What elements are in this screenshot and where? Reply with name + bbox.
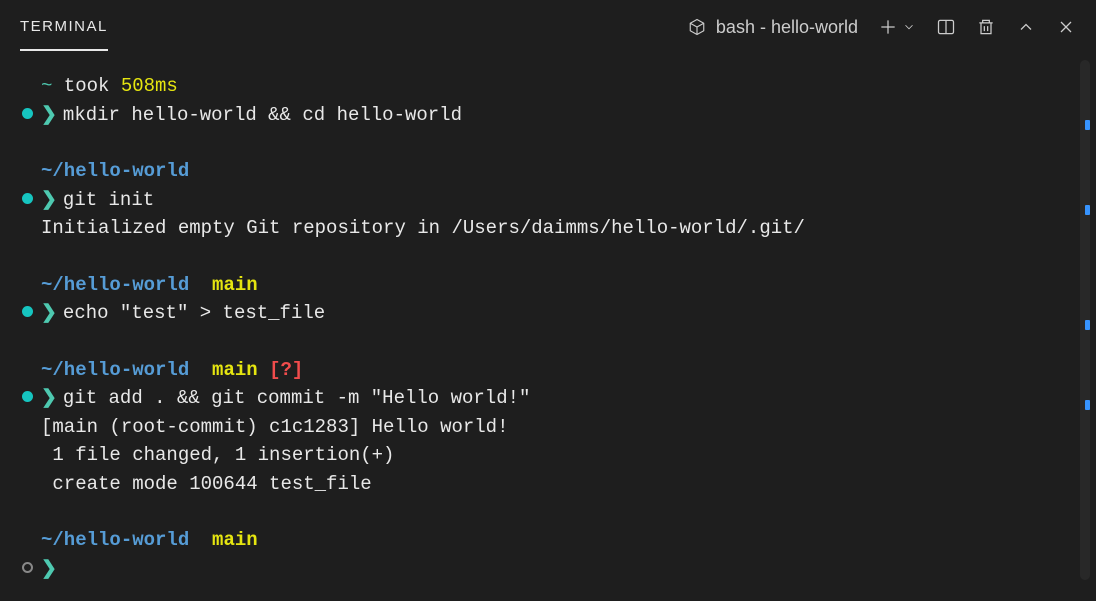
blank-line xyxy=(22,129,1074,157)
bullet-icon xyxy=(22,391,33,402)
plus-icon[interactable] xyxy=(878,17,898,37)
shell-label: bash - hello-world xyxy=(716,17,858,38)
scroll-marker xyxy=(1085,205,1090,215)
bullet-icon xyxy=(22,108,33,119)
terminal-header: TERMINAL bash - hello-world xyxy=(0,0,1096,54)
path-line: ~/hello-world main [?] xyxy=(41,356,1074,385)
cube-icon xyxy=(688,18,706,36)
output-line: Initialized empty Git repository in /Use… xyxy=(41,214,1074,243)
bullet-icon xyxy=(22,306,33,317)
terminal-tab[interactable]: TERMINAL xyxy=(20,18,108,51)
command-text: git init xyxy=(63,186,154,215)
chevron-up-icon[interactable] xyxy=(1016,17,1036,37)
prompt-arrow-icon: ❯ xyxy=(41,384,57,413)
bullet-icon xyxy=(22,562,33,573)
branch-name: main xyxy=(212,271,258,300)
command-line: ❯ mkdir hello-world && cd hello-world xyxy=(22,101,1074,130)
terminal-scrollbar[interactable] xyxy=(1078,60,1090,580)
command-text: echo "test" > test_file xyxy=(63,299,325,328)
prompt-arrow-icon: ❯ xyxy=(41,555,57,584)
command-text: git add . && git commit -m "Hello world!… xyxy=(63,384,530,413)
branch-name: main xyxy=(212,526,258,555)
took-text: took xyxy=(52,72,120,101)
status-line: ~ took 508ms xyxy=(41,72,1074,101)
header-actions: bash - hello-world xyxy=(688,17,1076,38)
new-terminal-group xyxy=(878,17,916,37)
split-panel-icon[interactable] xyxy=(936,17,956,37)
prompt-arrow-icon: ❯ xyxy=(41,101,57,130)
trash-icon[interactable] xyxy=(976,17,996,37)
output-text: 1 file changed, 1 insertion(+) xyxy=(41,441,394,470)
blank-line xyxy=(22,243,1074,271)
cwd-path: ~/hello-world xyxy=(41,157,189,186)
terminal-output[interactable]: ~ took 508ms ❯ mkdir hello-world && cd h… xyxy=(0,54,1096,601)
cwd-path: ~/hello-world xyxy=(41,526,189,555)
path-line: ~/hello-world main xyxy=(41,271,1074,300)
command-line: ❯ echo "test" > test_file xyxy=(22,299,1074,328)
output-text: create mode 100644 test_file xyxy=(41,470,372,499)
bullet-icon xyxy=(22,193,33,204)
command-line: ❯ git init xyxy=(22,186,1074,215)
timing-value: 508ms xyxy=(121,72,178,101)
chevron-down-icon[interactable] xyxy=(902,20,916,34)
cwd-path: ~/hello-world xyxy=(41,356,189,385)
tilde: ~ xyxy=(41,72,52,101)
path-line: ~/hello-world xyxy=(41,157,1074,186)
output-text: Initialized empty Git repository in /Use… xyxy=(41,214,805,243)
git-status-indicator: [?] xyxy=(269,356,303,385)
scroll-marker xyxy=(1085,400,1090,410)
command-line: ❯ git add . && git commit -m "Hello worl… xyxy=(22,384,1074,413)
scroll-marker xyxy=(1085,320,1090,330)
output-line: [main (root-commit) c1c1283] Hello world… xyxy=(41,413,1074,442)
branch-name: main xyxy=(212,356,258,385)
blank-line xyxy=(22,498,1074,526)
active-prompt-line[interactable]: ❯ xyxy=(22,555,1074,584)
prompt-arrow-icon: ❯ xyxy=(41,299,57,328)
command-text: mkdir hello-world && cd hello-world xyxy=(63,101,462,130)
output-line: create mode 100644 test_file xyxy=(41,470,1074,499)
shell-info[interactable]: bash - hello-world xyxy=(688,17,858,38)
output-line: 1 file changed, 1 insertion(+) xyxy=(41,441,1074,470)
cwd-path: ~/hello-world xyxy=(41,271,189,300)
output-text: [main (root-commit) c1c1283] Hello world… xyxy=(41,413,508,442)
prompt-arrow-icon: ❯ xyxy=(41,186,57,215)
close-icon[interactable] xyxy=(1056,17,1076,37)
scroll-marker xyxy=(1085,120,1090,130)
blank-line xyxy=(22,328,1074,356)
path-line: ~/hello-world main xyxy=(41,526,1074,555)
